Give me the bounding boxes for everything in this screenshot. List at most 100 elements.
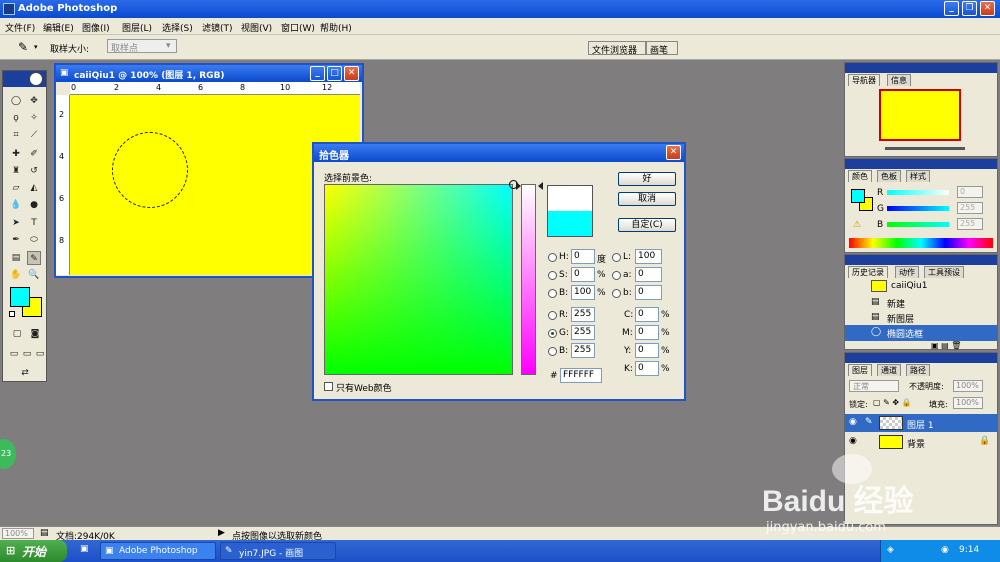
h-field[interactable]: 0 [571, 249, 595, 264]
quick-mask-mode-icon[interactable]: ◙ [27, 327, 43, 341]
cancel-button[interactable]: 取消 [618, 192, 676, 206]
k-field[interactable]: 0 [635, 361, 659, 376]
default-colors-icon[interactable] [9, 311, 15, 317]
radio-lab-b[interactable] [612, 289, 621, 298]
b-brightness-field[interactable]: 100 [571, 285, 595, 300]
slider-b-track[interactable] [887, 222, 949, 227]
slider-b-value[interactable]: 255 [957, 218, 983, 230]
hue-slider-right-arrow-icon[interactable] [538, 182, 543, 190]
tab-brushes[interactable]: 画笔 [646, 41, 678, 56]
clone-stamp-tool-icon[interactable]: ♜ [9, 164, 23, 178]
radio-h[interactable] [548, 253, 557, 262]
screen-mode-full-icon[interactable]: ▭ [34, 347, 46, 361]
tab-color[interactable]: 颜色 [848, 170, 872, 182]
s-field[interactable]: 0 [571, 267, 595, 282]
opacity-field[interactable]: 100% [953, 380, 983, 392]
slice-tool-icon[interactable]: ⟋ [27, 128, 41, 142]
visibility-eye-icon[interactable]: ◉ [849, 436, 857, 446]
hue-slider[interactable] [521, 184, 536, 375]
zoom-field[interactable]: 100% [2, 528, 34, 539]
radio-b-brightness[interactable] [548, 289, 557, 298]
tab-styles[interactable]: 样式 [906, 170, 930, 182]
tray-icon[interactable]: ◈ [887, 545, 894, 555]
radio-s[interactable] [548, 271, 557, 280]
color-ramp[interactable] [849, 238, 993, 248]
pen-tool-icon[interactable]: ✒ [9, 233, 23, 247]
c-field[interactable]: 0 [635, 307, 659, 322]
tab-file-browser[interactable]: 文件浏览器 [588, 41, 646, 56]
slider-r-value[interactable]: 0 [957, 186, 983, 198]
menu-filter[interactable]: 滤镜(T) [202, 21, 233, 34]
eyedropper-icon[interactable]: ✎ [18, 40, 28, 54]
doc-close-button[interactable]: ✕ [344, 66, 359, 81]
restore-button[interactable]: ❐ [962, 1, 977, 16]
quick-launch-icon[interactable]: ▣ [80, 544, 89, 554]
history-item[interactable]: ▤ 新建 [845, 295, 997, 311]
y-field[interactable]: 0 [635, 343, 659, 358]
menu-help[interactable]: 帮助(H) [320, 21, 352, 34]
r-field[interactable]: 255 [571, 307, 595, 322]
color-field[interactable] [324, 180, 518, 375]
menu-layer[interactable]: 图层(L) [122, 21, 152, 34]
history-item[interactable]: ◯ 椭圆选框 [845, 325, 997, 341]
menu-file[interactable]: 文件(F) [5, 21, 35, 34]
type-tool-icon[interactable]: T [27, 216, 41, 230]
lasso-tool-icon[interactable]: ϙ [9, 111, 23, 125]
gamut-warning-icon[interactable]: ⚠ [853, 220, 861, 230]
screen-mode-menubar-icon[interactable]: ▭ [21, 347, 33, 361]
radio-g[interactable] [548, 329, 557, 338]
task-photoshop[interactable]: ▣ Adobe Photoshop [100, 542, 216, 560]
radio-r[interactable] [548, 311, 557, 320]
menu-window[interactable]: 窗口(W) [281, 21, 315, 34]
tab-swatches[interactable]: 色板 [877, 170, 901, 182]
brush-tool-icon[interactable]: ✐ [27, 147, 41, 161]
blur-tool-icon[interactable]: 💧 [9, 198, 23, 212]
radio-l[interactable] [612, 253, 621, 262]
marquee-tool-icon[interactable]: ◯ [9, 94, 23, 108]
m-field[interactable]: 0 [635, 325, 659, 340]
navigator-zoom-slider[interactable] [885, 147, 965, 150]
current-color-swatch[interactable] [548, 211, 592, 236]
custom-button[interactable]: 自定(C) [618, 218, 676, 232]
menu-edit[interactable]: 编辑(E) [43, 21, 74, 34]
color-panel-fg-swatch[interactable] [851, 189, 865, 203]
tab-channels[interactable]: 通道 [877, 364, 901, 376]
radio-b-blue[interactable] [548, 347, 557, 356]
move-tool-icon[interactable]: ✥ [27, 94, 41, 108]
slider-g-value[interactable]: 255 [957, 202, 983, 214]
blend-mode-select[interactable]: 正常 [849, 380, 899, 392]
slider-g-track[interactable] [887, 206, 949, 211]
history-snapshot[interactable]: caiiQiu1 [845, 279, 997, 295]
magic-wand-tool-icon[interactable]: ✧ [27, 111, 41, 125]
history-item[interactable]: ▤ 新图层 [845, 310, 997, 326]
standard-mode-icon[interactable]: ▢ [9, 327, 25, 341]
tab-actions[interactable]: 动作 [895, 266, 919, 278]
notes-tool-icon[interactable]: ▤ [9, 251, 23, 265]
hand-tool-icon[interactable]: ✋ [9, 268, 23, 282]
navigator-thumbnail[interactable] [879, 89, 961, 141]
tab-tool-presets[interactable]: 工具预设 [924, 266, 964, 278]
hue-slider-left-arrow-icon[interactable] [516, 182, 521, 190]
layer-row[interactable]: ◉ ✎ 图层 1 [845, 414, 997, 432]
g-field[interactable]: 255 [571, 325, 595, 340]
sample-size-select[interactable]: 取样点 ▾ [107, 39, 177, 54]
history-brush-tool-icon[interactable]: ↺ [27, 164, 41, 178]
doc-minimize-button[interactable]: _ [310, 66, 325, 81]
screen-mode-standard-icon[interactable]: ▭ [8, 347, 20, 361]
slider-r-track[interactable] [887, 190, 949, 195]
close-button[interactable]: ✕ [980, 1, 995, 16]
eraser-tool-icon[interactable]: ▱ [9, 181, 23, 195]
tray-icon[interactable]: ◉ [941, 545, 949, 555]
brush-link-icon[interactable]: ✎ [865, 417, 873, 427]
floating-badge[interactable]: 23 [0, 439, 16, 469]
radio-a[interactable] [612, 271, 621, 280]
shape-tool-icon[interactable]: ⬭ [27, 233, 41, 247]
menu-image[interactable]: 图像(I) [82, 21, 110, 34]
doc-maximize-button[interactable]: □ [327, 66, 342, 81]
tool-preset-dropdown-icon[interactable]: ▾ [34, 43, 38, 51]
elliptical-selection[interactable] [112, 132, 188, 208]
foreground-color-swatch[interactable] [10, 287, 30, 307]
paint-bucket-tool-icon[interactable]: ◭ [27, 181, 41, 195]
clock[interactable]: 9:14 [959, 545, 979, 555]
b-blue-field[interactable]: 255 [571, 343, 595, 358]
